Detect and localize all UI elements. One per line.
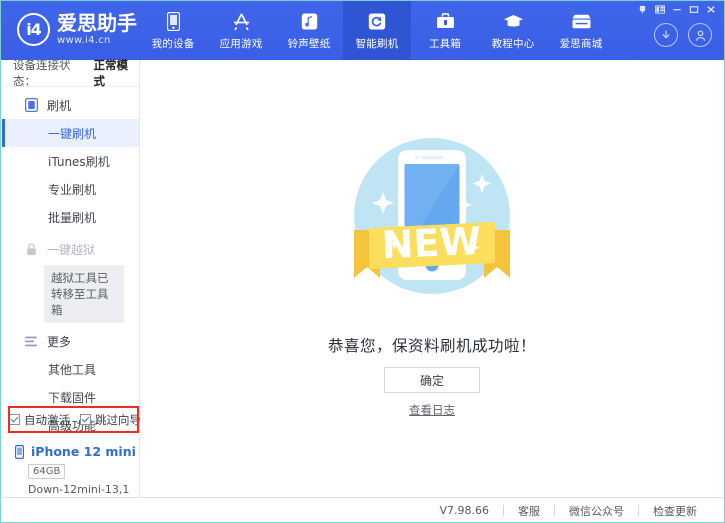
nav-label: 智能刷机	[356, 36, 399, 51]
app-window: i4 爱思助手 www.i4.cn 我的设备 应用游戏	[0, 0, 725, 523]
sidebar-group-jailbreak: 一键越狱	[2, 235, 139, 263]
skip-wizard-checkbox[interactable]: 跳过向导	[80, 412, 141, 428]
auto-activate-checkbox[interactable]: 自动激活	[9, 412, 70, 428]
auto-activate-label: 自动激活	[24, 412, 70, 428]
sidebar-group-more[interactable]: 更多	[2, 327, 139, 355]
app-logo: i4 爱思助手 www.i4.cn	[17, 13, 137, 46]
nav-item-tutorial-center[interactable]: 教程中心	[479, 1, 547, 60]
confirm-button[interactable]: 确定	[384, 367, 480, 393]
sidebar: 设备连接状态：正常模式 刷机 一键刷机 iTunes刷机 专业刷机 批量刷机 一…	[2, 60, 140, 523]
phone-icon	[167, 11, 180, 32]
nav-item-toolbox[interactable]: 工具箱	[411, 1, 479, 60]
flash-options-row: 自动激活 跳过向导	[9, 409, 133, 430]
close-icon[interactable]	[703, 3, 718, 16]
main-nav: 我的设备 应用游戏 铃声壁纸 智能刷机	[139, 1, 615, 60]
device-capacity-badge: 64GB	[28, 464, 65, 479]
graduation-cap-icon	[503, 11, 524, 32]
header-actions	[654, 23, 712, 47]
music-icon	[301, 11, 318, 32]
skip-wizard-label: 跳过向导	[95, 412, 141, 428]
customer-service-link[interactable]: 客服	[504, 503, 554, 519]
nav-label: 工具箱	[429, 36, 461, 51]
nav-item-smart-flash[interactable]: 智能刷机	[343, 1, 411, 60]
store-icon	[571, 11, 592, 32]
connection-status-label: 设备连接状态：	[13, 57, 93, 89]
connection-status-value: 正常模式	[94, 57, 139, 89]
pin-icon[interactable]	[635, 3, 650, 16]
maximize-icon[interactable]	[686, 3, 701, 16]
version-label: V7.98.66	[425, 504, 503, 517]
main-content: NEW 恭喜您，保资料刷机成功啦！ 确定 查看日志	[140, 60, 724, 497]
nav-item-apps-games[interactable]: 应用游戏	[207, 1, 275, 60]
logo-url: www.i4.cn	[57, 36, 137, 46]
app-header: i4 爱思助手 www.i4.cn 我的设备 应用游戏	[1, 1, 724, 60]
sidebar-item-label: 一键刷机	[48, 125, 96, 142]
sidebar-group-label: 更多	[47, 333, 71, 350]
nav-item-store[interactable]: 爱思商城	[547, 1, 615, 60]
checkbox-box[interactable]	[80, 414, 91, 425]
new-badge-phone-illustration: NEW	[332, 132, 532, 312]
sidebar-item-itunes-flash[interactable]: iTunes刷机	[2, 147, 139, 175]
sidebar-item-label: 其他工具	[48, 361, 96, 378]
logo-title: 爱思助手	[57, 13, 137, 33]
sidebar-item-other-tools[interactable]: 其他工具	[2, 355, 139, 383]
flash-device-icon	[24, 98, 38, 112]
connection-status: 设备连接状态：正常模式	[2, 60, 139, 87]
checkbox-box[interactable]	[9, 414, 20, 425]
sidebar-item-one-key-flash[interactable]: 一键刷机	[2, 119, 139, 147]
sidebar-item-batch-flash[interactable]: 批量刷机	[2, 203, 139, 231]
sidebar-item-label: 专业刷机	[48, 181, 96, 198]
phone-icon	[12, 445, 26, 459]
refresh-icon	[368, 11, 386, 32]
nav-label: 教程中心	[492, 36, 535, 51]
jailbreak-moved-notice: 越狱工具已转移至工具箱	[44, 265, 124, 323]
sidebar-item-label: 下载固件	[48, 389, 96, 406]
sidebar-item-label: iTunes刷机	[48, 153, 110, 170]
nav-label: 爱思商城	[560, 36, 603, 51]
minimize-icon[interactable]	[669, 3, 684, 16]
lock-icon	[24, 242, 38, 256]
nav-label: 我的设备	[152, 36, 195, 51]
status-bar: V7.98.66 客服 微信公众号 检查更新	[2, 497, 725, 523]
device-name: iPhone 12 mini	[31, 444, 136, 459]
view-log-link[interactable]: 查看日志	[140, 402, 724, 418]
download-icon[interactable]	[654, 23, 678, 47]
status-bar-right: V7.98.66 客服 微信公众号 检查更新	[425, 503, 725, 519]
nav-item-ringtones-wallpaper[interactable]: 铃声壁纸	[275, 1, 343, 60]
account-icon[interactable]	[688, 23, 712, 47]
device-identifier: Down-12mini-13,1	[28, 483, 139, 496]
list-icon	[24, 334, 38, 348]
layout-icon[interactable]	[652, 3, 667, 16]
nav-label: 应用游戏	[220, 36, 263, 51]
sidebar-item-label: 批量刷机	[48, 209, 96, 226]
nav-item-my-device[interactable]: 我的设备	[139, 1, 207, 60]
view-log-label: 查看日志	[409, 403, 455, 417]
sidebar-item-download-firmware[interactable]: 下载固件	[2, 383, 139, 411]
sidebar-item-pro-flash[interactable]: 专业刷机	[2, 175, 139, 203]
wechat-official-link[interactable]: 微信公众号	[555, 503, 638, 519]
toolbox-icon	[436, 11, 455, 32]
appstore-icon	[231, 11, 252, 32]
window-controls	[635, 3, 718, 16]
check-update-link[interactable]: 检查更新	[639, 503, 711, 519]
sidebar-group-flash[interactable]: 刷机	[2, 91, 139, 119]
nav-label: 铃声壁纸	[288, 36, 331, 51]
connected-device-card[interactable]: iPhone 12 mini 64GB Down-12mini-13,1	[2, 438, 139, 505]
logo-mark-icon: i4	[17, 13, 50, 46]
sidebar-group-label: 一键越狱	[47, 241, 95, 258]
success-message: 恭喜您，保资料刷机成功啦！	[140, 334, 724, 356]
sidebar-group-label: 刷机	[47, 97, 71, 114]
